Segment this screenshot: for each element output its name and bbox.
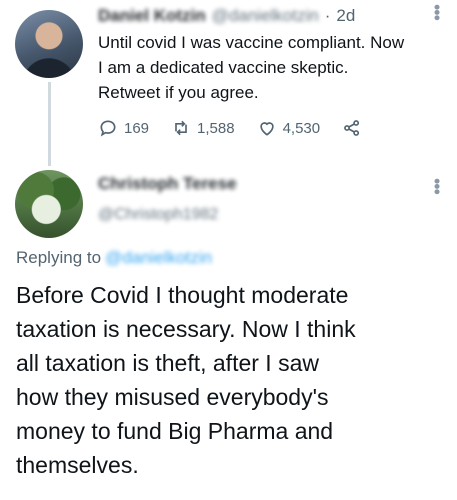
replying-to-label: Replying to	[16, 248, 102, 267]
timestamp[interactable]: 2d	[336, 6, 355, 26]
author-handle[interactable]: @danielkotzin	[212, 6, 319, 26]
more-icon[interactable]: •••	[426, 178, 447, 194]
like-count: 4,530	[282, 119, 321, 137]
reply-button[interactable]: 169	[98, 118, 149, 138]
separator: ·	[324, 6, 331, 25]
tweet-text-line: I am a dedicated vaccine skeptic.	[98, 58, 349, 77]
replying-to-handle[interactable]: @danielkotzin	[105, 248, 212, 268]
tweet-header: Daniel Kotzin @danielkotzin · 2d	[98, 4, 355, 28]
reply-count: 169	[124, 119, 150, 137]
share-icon	[344, 120, 360, 136]
avatar[interactable]	[15, 170, 83, 238]
heart-icon	[259, 122, 274, 136]
author-handle[interactable]: @Christoph1982	[98, 206, 218, 224]
tweet-text-line: taxation is necessary. Now I think	[16, 316, 356, 342]
tweet-text: Until covid I was vaccine compliant. Now…	[98, 30, 448, 105]
share-button[interactable]	[342, 118, 362, 138]
like-button[interactable]: 4,530	[257, 118, 321, 138]
tweet-text-line: Before Covid I thought moderate	[16, 282, 349, 308]
tweet-text: Before Covid I thought moderate taxation…	[16, 278, 446, 482]
tweet-text-line: all taxation is theft, after I saw	[16, 350, 319, 376]
thread-line	[48, 82, 51, 166]
tweet-text-line: Until covid I was vaccine compliant. Now	[98, 33, 405, 52]
tweet-text-line: themselves.	[16, 452, 139, 478]
avatar[interactable]	[15, 10, 83, 78]
author-name[interactable]: Christoph Terese	[98, 174, 237, 194]
reply-tweet: Christoph Terese @Christoph1982 ••• Repl…	[0, 166, 457, 500]
retweet-count: 1,588	[197, 119, 235, 137]
tweet-actions: 169 1,588 4,530	[98, 116, 384, 140]
author-name[interactable]: Daniel Kotzin	[98, 6, 206, 26]
tweet-text-line: how they misused everybody's	[16, 384, 329, 410]
retweet-icon	[175, 120, 187, 136]
tweet-text-line: money to fund Big Pharma and	[16, 418, 334, 444]
original-tweet: Daniel Kotzin @danielkotzin · 2d ••• Unt…	[0, 0, 457, 166]
replying-to: Replying to @danielkotzin	[16, 248, 212, 268]
tweet-text-line: Retweet if you agree.	[98, 83, 259, 102]
reply-icon	[100, 120, 116, 137]
more-icon[interactable]: •••	[426, 4, 447, 20]
retweet-button[interactable]: 1,588	[171, 118, 235, 138]
